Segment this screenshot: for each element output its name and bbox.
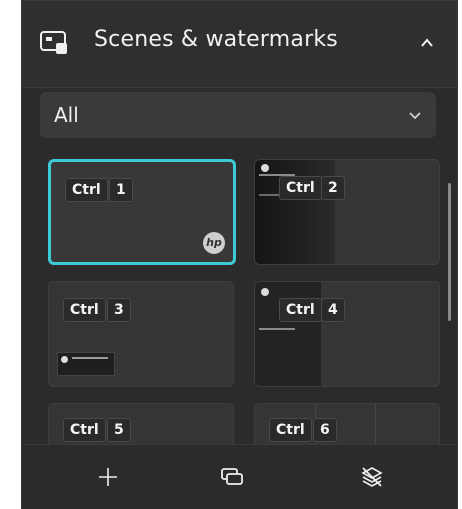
scene-tile-4[interactable]: Ctrl 4 [254, 281, 440, 387]
add-scene-button[interactable] [94, 463, 122, 491]
footer-toolbar [22, 444, 457, 509]
shortcut-key: 6 [313, 418, 337, 442]
shortcut-modifier: Ctrl [65, 178, 108, 202]
shortcut-modifier: Ctrl [63, 418, 106, 442]
scene-tile-2[interactable]: Ctrl 2 [254, 159, 440, 265]
duplicate-icon [221, 468, 243, 485]
shortcut-modifier: Ctrl [269, 418, 312, 442]
scene-preview [375, 404, 376, 444]
plus-icon [99, 468, 117, 486]
layers-off-icon [361, 467, 383, 487]
preview-text-lines [259, 328, 295, 330]
scene-icon [40, 31, 67, 54]
panel-header[interactable]: Scenes & watermarks [22, 1, 457, 88]
shortcut-key: 3 [107, 298, 131, 322]
scenes-panel: Scenes & watermarks All Ctrl 1 hp Ctrl 2 [21, 0, 458, 509]
preview-logo-icon [61, 356, 68, 363]
shortcut-key: 2 [321, 176, 345, 200]
scene-tile-3[interactable]: Ctrl 3 [48, 281, 234, 387]
scrollbar-thumb[interactable] [448, 183, 451, 321]
preview-logo-icon [261, 164, 269, 172]
preview-lower-third [57, 352, 115, 376]
hp-logo-icon: hp [203, 232, 225, 254]
shortcut-key: 1 [109, 178, 133, 202]
hide-watermarks-button[interactable] [358, 463, 386, 491]
duplicate-scene-button[interactable] [218, 463, 246, 491]
shortcut-modifier: Ctrl [279, 298, 322, 322]
scene-grid: Ctrl 1 hp Ctrl 2 Ctrl 3 Ctrl 4 Ctrl 5 Ct… [48, 159, 444, 444]
scene-tile-6[interactable]: Ctrl 6 [254, 403, 440, 444]
preview-text-lines [72, 357, 108, 359]
scene-tile-5[interactable]: Ctrl 5 [48, 403, 234, 444]
dropdown-selected-value: All [54, 103, 79, 127]
shortcut-key: 5 [107, 418, 131, 442]
shortcut-modifier: Ctrl [63, 298, 106, 322]
chevron-down-icon [409, 112, 421, 120]
collapse-button[interactable] [413, 29, 441, 57]
chevron-up-icon [421, 38, 433, 47]
scene-filter-dropdown[interactable]: All [40, 92, 436, 138]
shortcut-key: 4 [321, 298, 345, 322]
panel-title: Scenes & watermarks [94, 27, 338, 52]
scene-tile-1[interactable]: Ctrl 1 hp [48, 159, 236, 265]
preview-logo-icon [261, 288, 269, 296]
shortcut-modifier: Ctrl [279, 176, 322, 200]
